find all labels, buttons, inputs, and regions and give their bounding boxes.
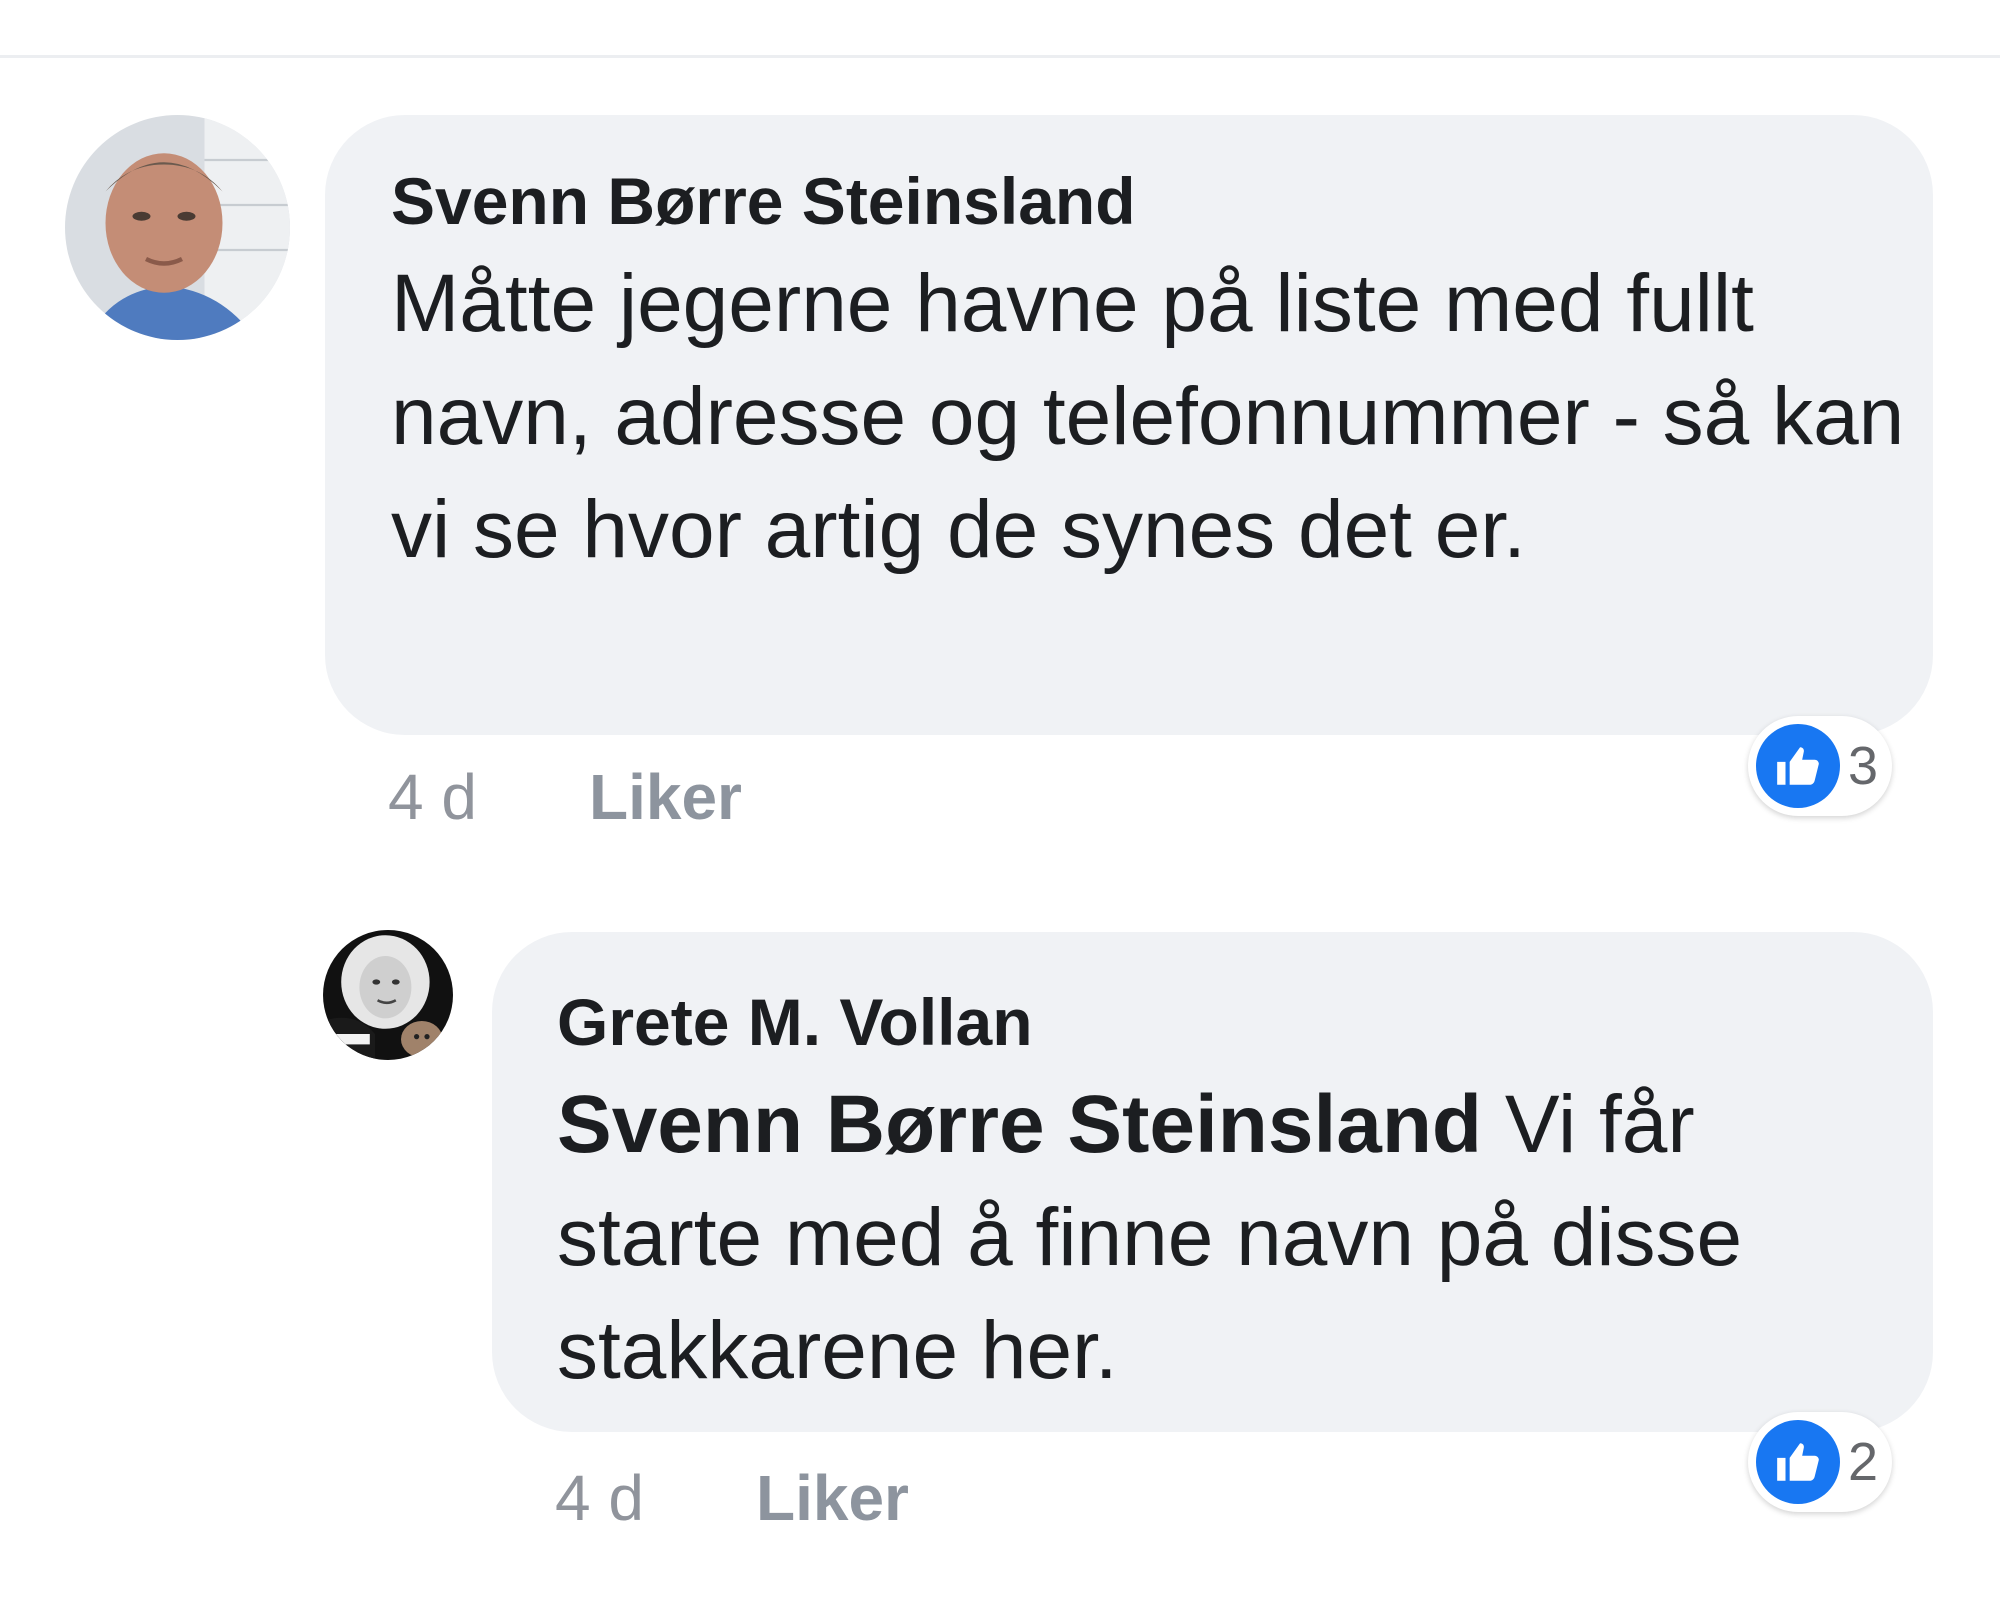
comment-meta: 4 d Liker [555, 1458, 909, 1538]
avatar[interactable] [65, 115, 290, 340]
reaction-count-badge[interactable]: 2 [1748, 1412, 1893, 1512]
thumbs-up-icon [1756, 1420, 1840, 1504]
mention-link[interactable]: Svenn Børre Steinsland [557, 1079, 1482, 1170]
top-divider [0, 55, 2000, 58]
like-button[interactable]: Liker [589, 757, 742, 837]
avatar[interactable] [323, 930, 453, 1060]
comment-text: Måtte jegerne havne på liste med fullt n… [391, 258, 1905, 575]
reaction-count: 3 [1848, 736, 1879, 796]
comment-author[interactable]: Grete M. Vollan [557, 982, 1933, 1062]
reaction-count-badge[interactable]: 3 [1748, 716, 1893, 816]
comment-timestamp[interactable]: 4 d [555, 1458, 644, 1538]
comment-bubble: Svenn Børre Steinsland Måtte jegerne hav… [325, 115, 1933, 735]
comment-meta: 4 d Liker [388, 757, 742, 837]
like-button[interactable]: Liker [756, 1458, 909, 1538]
thumbs-up-icon [1756, 724, 1840, 808]
reaction-count: 2 [1848, 1432, 1879, 1492]
comment-timestamp[interactable]: 4 d [388, 757, 477, 837]
comment-text: Svenn Børre Steinsland Vi får starte med… [557, 1068, 1917, 1407]
comment-author[interactable]: Svenn Børre Steinsland [391, 161, 1933, 241]
comment-bubble: Grete M. Vollan Svenn Børre Steinsland V… [492, 932, 1933, 1432]
